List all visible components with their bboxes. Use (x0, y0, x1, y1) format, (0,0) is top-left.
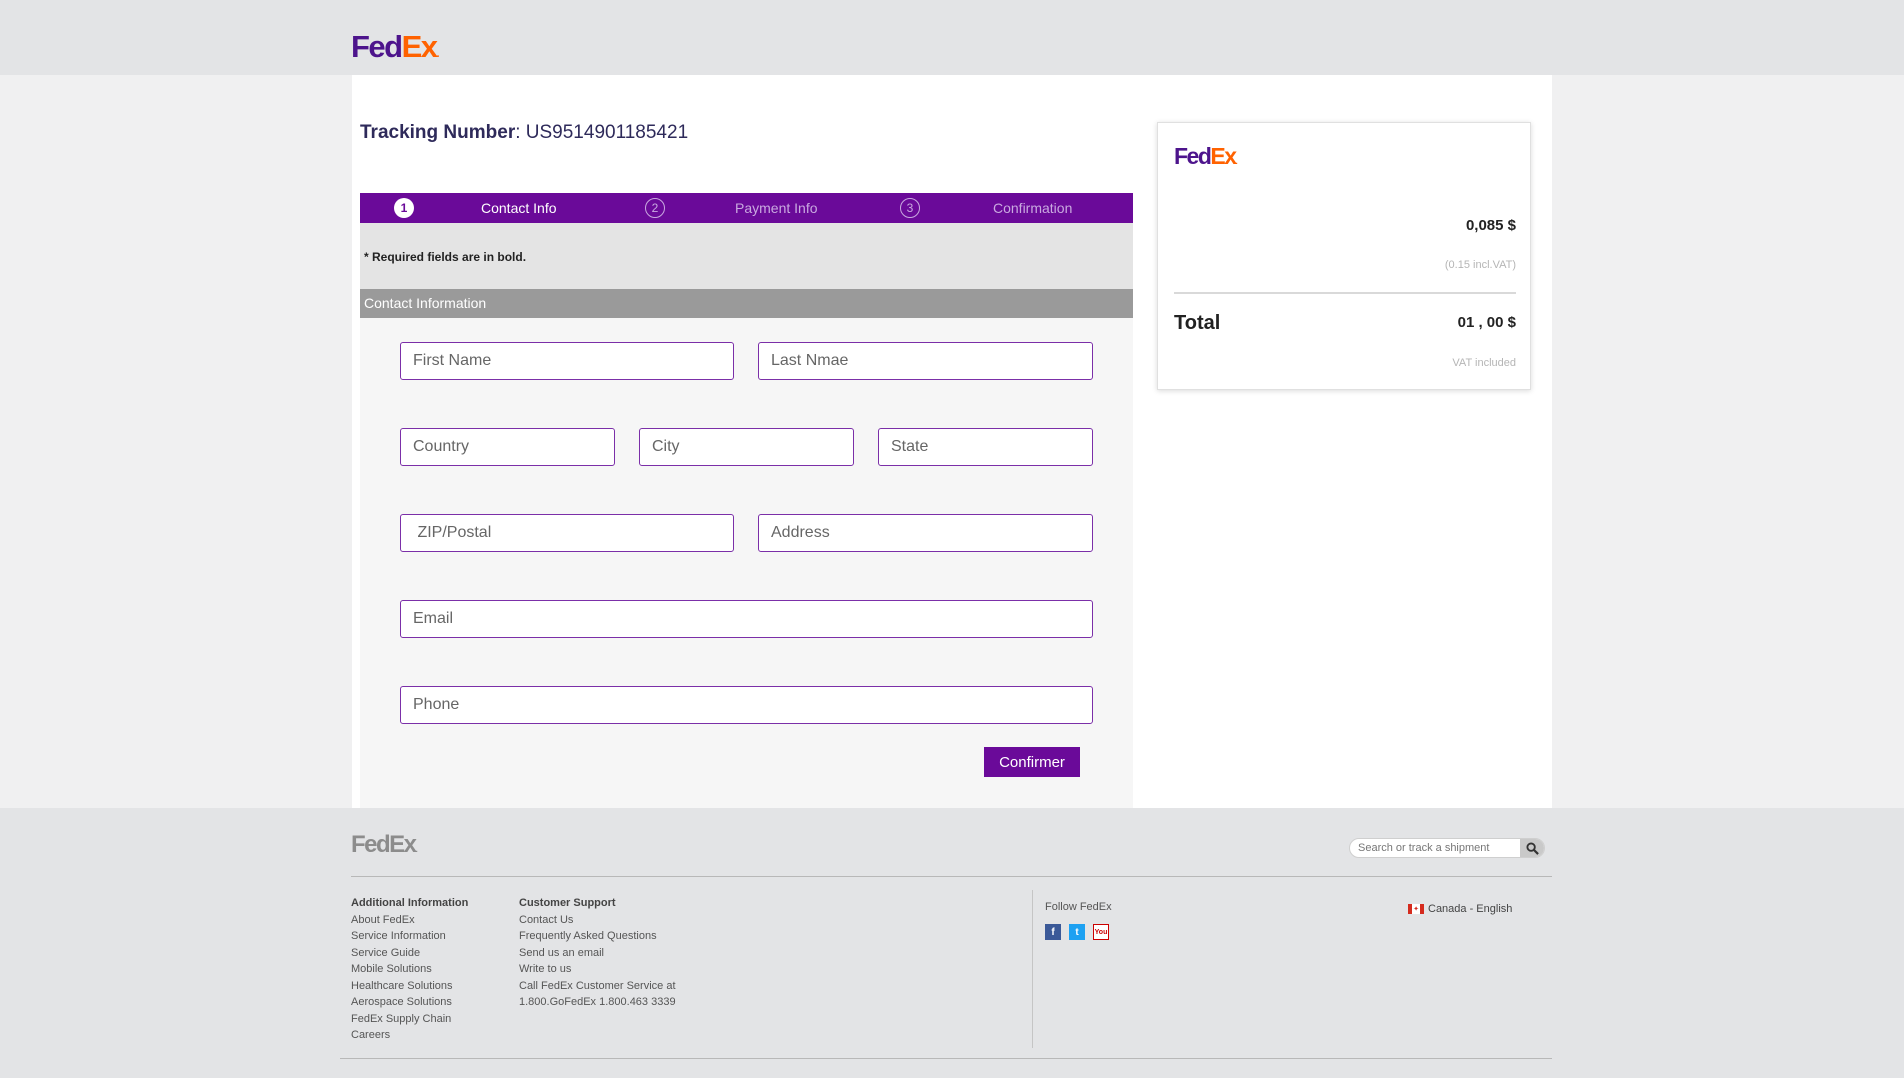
last-name-input[interactable] (758, 342, 1093, 380)
fedex-logo[interactable]: FedEx. (351, 31, 440, 62)
tracking-label: Tracking Number (360, 122, 516, 143)
first-name-input[interactable] (400, 342, 734, 380)
tracking-number: Tracking Number: US9514901185421 (360, 122, 689, 143)
footer-link[interactable]: Write to us (519, 961, 676, 978)
footer-link[interactable]: About FedEx (351, 912, 468, 929)
address-input[interactable] (758, 514, 1093, 552)
confirm-button[interactable]: Confirmer (984, 747, 1080, 777)
tracking-value: US9514901185421 (525, 122, 689, 143)
order-summary-card: FedEx. 0,085 $ (0.15 incl.VAT) Total 01 … (1157, 122, 1531, 390)
state-input[interactable] (878, 428, 1093, 466)
footer-customer-support: Customer Support Contact Us Frequently A… (519, 895, 676, 1011)
step-contact-info: Contact Info (481, 200, 557, 216)
footer-link[interactable]: Healthcare Solutions (351, 978, 468, 995)
page-side-left (0, 75, 352, 808)
locale-selector[interactable]: ✦ Canada - English (1408, 903, 1512, 915)
item-price: 0,085 $ (1465, 217, 1516, 234)
step-confirmation: Confirmation (993, 200, 1073, 216)
step-1-indicator: 1 (394, 193, 414, 223)
step-payment-info: Payment Info (735, 200, 818, 216)
contact-information-heading: Contact Information (360, 289, 1133, 318)
footer-link[interactable]: Careers (351, 1027, 468, 1044)
email-input[interactable] (400, 600, 1093, 638)
canada-flag-icon: ✦ (1408, 904, 1424, 914)
locale-label: Canada - English (1428, 903, 1513, 915)
vat-note: (0.15 incl.VAT) (1444, 259, 1516, 271)
footer-search (1349, 838, 1545, 858)
zip-postal-input[interactable] (400, 514, 734, 552)
step-3-indicator: 3 (900, 193, 920, 223)
step-progress-bar: 1 Contact Info 2 Payment Info 3 Confirma… (360, 193, 1133, 223)
total-label: Total (1174, 312, 1221, 334)
page-side-right (1552, 75, 1904, 808)
summary-fedex-logo: FedEx. (1174, 143, 1238, 169)
social-links: f t You (1045, 924, 1109, 940)
footer-divider (351, 876, 1552, 877)
twitter-icon[interactable]: t (1069, 924, 1085, 940)
footer-vertical-divider (1032, 890, 1033, 1048)
top-header: FedEx. (0, 0, 1904, 75)
footer-link[interactable]: Aerospace Solutions (351, 994, 468, 1011)
footer-link[interactable]: FedEx Supply Chain (351, 1011, 468, 1028)
footer-link: Call FedEx Customer Service at (519, 979, 676, 992)
page-footer: FedEx. Additional Information About FedE… (0, 808, 1904, 1078)
total-value: 01 , 00 $ (1457, 314, 1516, 331)
phone-input[interactable] (400, 686, 1093, 724)
footer-additional-info: Additional Information About FedEx Servi… (351, 895, 468, 1044)
contact-form-panel: 1 Contact Info 2 Payment Info 3 Confirma… (360, 193, 1133, 808)
city-input[interactable] (639, 428, 854, 466)
summary-divider (1174, 292, 1516, 294)
footer-link[interactable]: Frequently Asked Questions (519, 928, 676, 945)
footer-link[interactable]: Service Information (351, 928, 468, 945)
facebook-icon[interactable]: f (1045, 924, 1061, 940)
footer-phone: 1.800.GoFedEx 1.800.463 3339 (519, 996, 676, 1008)
step-2-indicator: 2 (645, 193, 665, 223)
footer-link[interactable]: Contact Us (519, 912, 676, 929)
footer-link[interactable]: Service Guide (351, 945, 468, 962)
required-fields-note: * Required fields are in bold. (360, 223, 1133, 289)
footer-link[interactable]: Mobile Solutions (351, 961, 468, 978)
footer-link[interactable]: Send us an email (519, 945, 676, 962)
youtube-icon[interactable]: You (1093, 924, 1109, 940)
search-icon[interactable] (1520, 839, 1544, 857)
shipment-search-input[interactable] (1350, 842, 1520, 854)
country-input[interactable] (400, 428, 615, 466)
footer-bottom-rule (340, 1058, 1552, 1059)
vat-included-note: VAT included (1452, 357, 1516, 369)
follow-fedex-label: Follow FedEx (1045, 901, 1112, 913)
footer-fedex-logo[interactable]: FedEx. (351, 833, 418, 857)
